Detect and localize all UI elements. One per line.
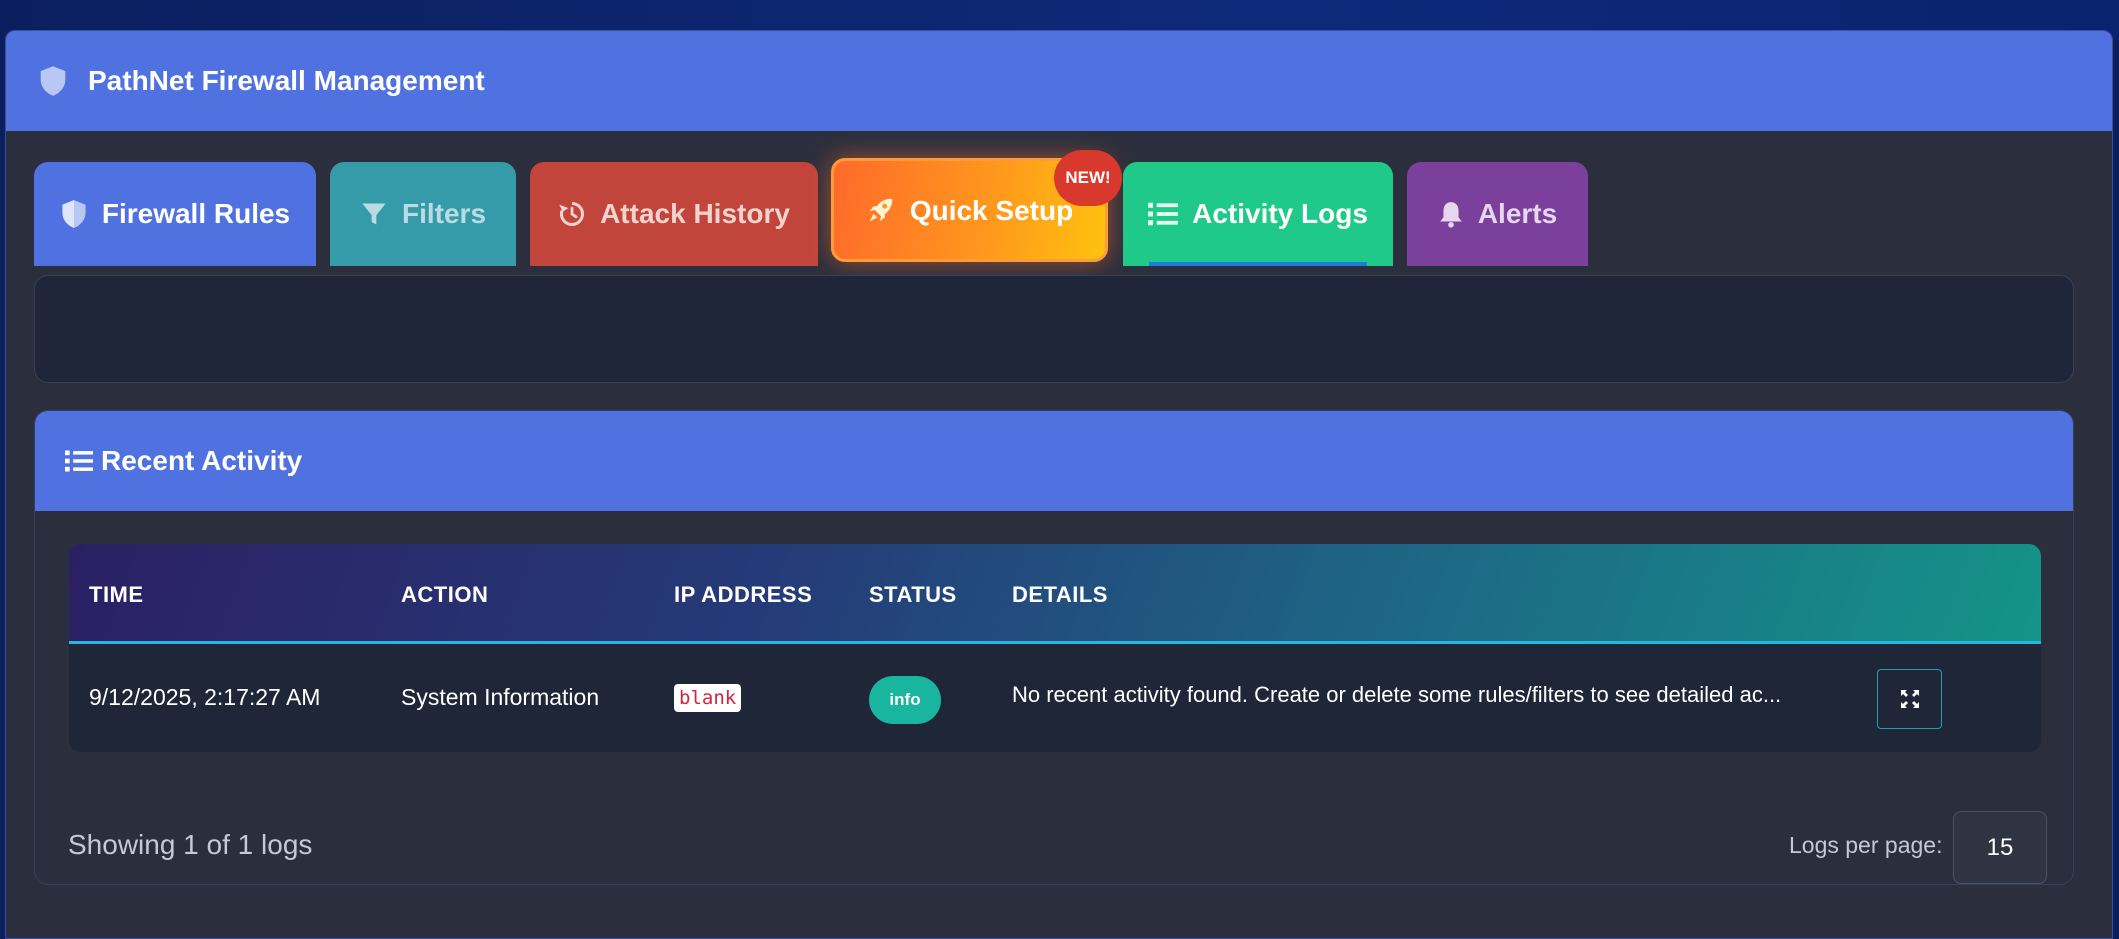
history-icon [559, 201, 585, 226]
list-icon [65, 450, 93, 472]
tab-label: Attack History [600, 198, 790, 229]
table-row: 9/12/2025, 2:17:27 AM System Information… [69, 644, 2041, 749]
activity-table: TIME ACTION IP ADDRESS STATUS DETAILS 9/… [69, 544, 2041, 752]
active-tab-indicator [1149, 262, 1367, 266]
cell-details: No recent activity found. Create or dele… [1012, 682, 1782, 707]
tab-label: Alerts [1477, 198, 1558, 229]
shield-icon [62, 200, 86, 228]
tab-label: Filters [401, 198, 487, 229]
column-header-status: STATUS [869, 582, 957, 607]
cell-action: System Information [401, 684, 600, 710]
column-header-details: DETAILS [1012, 582, 1108, 607]
logs-per-page-label: Logs per page: [1789, 832, 1943, 858]
content-area-empty [34, 275, 2074, 383]
tab-filters[interactable]: Filters [330, 162, 516, 266]
list-icon [1148, 202, 1179, 226]
tab-alerts[interactable]: Alerts [1407, 162, 1588, 266]
pagination-summary: Showing 1 of 1 logs [68, 829, 313, 860]
tab-label: Quick Setup [909, 195, 1074, 226]
column-header-time: TIME [89, 582, 144, 607]
column-header-ip-address: IP ADDRESS [674, 582, 813, 607]
recent-activity-header: Recent Activity [35, 411, 2073, 511]
cell-ip-address: blank [674, 684, 742, 712]
app-title: PathNet Firewall Management [88, 65, 485, 96]
tab-label: Activity Logs [1192, 198, 1368, 229]
tab-attack-history[interactable]: Attack History [530, 162, 818, 266]
cell-time: 9/12/2025, 2:17:27 AM [89, 684, 321, 710]
expand-icon [1900, 690, 1919, 708]
recent-activity-card: Recent Activity TIME ACTION IP ADDRESS S… [34, 410, 2074, 885]
recent-activity-title: Recent Activity [101, 445, 303, 476]
shield-icon [40, 66, 66, 96]
logs-per-page-input[interactable]: 15 [1953, 811, 2047, 884]
bell-icon [1440, 202, 1462, 228]
new-badge: NEW! [1054, 150, 1122, 206]
status-badge: info [869, 676, 941, 724]
tab-activity-logs[interactable]: Activity Logs [1123, 162, 1393, 266]
table-header: TIME ACTION IP ADDRESS STATUS DETAILS [69, 544, 2041, 644]
tab-firewall-rules[interactable]: Firewall Rules [34, 162, 316, 266]
app-header: PathNet Firewall Management [6, 31, 2112, 131]
tab-label: Firewall Rules [101, 198, 291, 229]
rocket-icon [869, 198, 893, 222]
filter-icon [362, 203, 386, 225]
expand-details-button[interactable] [1877, 669, 1942, 729]
column-header-action: ACTION [401, 582, 489, 607]
